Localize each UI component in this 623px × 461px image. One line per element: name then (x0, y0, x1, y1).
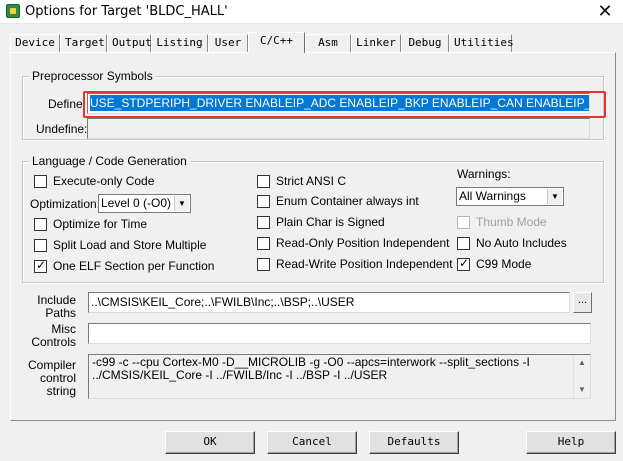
c99-mode-label: C99 Mode (476, 257, 532, 271)
enum-container-label: Enum Container always int (276, 194, 419, 208)
scroll-down-icon[interactable]: ▼ (574, 382, 590, 398)
rw-position-label: Read-Write Position Independent (276, 257, 453, 271)
split-load-checkbox[interactable]: Split Load and Store Multiple (34, 238, 206, 252)
warnings-label: Warnings: (457, 167, 511, 181)
warnings-select[interactable]: All Warnings ▼ (456, 187, 564, 206)
one-elf-checkbox[interactable]: One ELF Section per Function (34, 258, 215, 273)
optimize-time-box[interactable] (34, 217, 47, 231)
undefine-input[interactable] (87, 118, 590, 139)
ro-position-checkbox[interactable]: Read-Only Position Independent (257, 236, 449, 250)
compiler-label-line1: Compiler (27, 358, 76, 372)
optimization-label: Optimization: (30, 197, 101, 211)
tab-strip: Device Target Output Listing User C/C++ … (10, 32, 616, 53)
misc-label-line1: Misc (51, 322, 76, 336)
execute-only-box[interactable] (34, 174, 47, 188)
tab-target[interactable]: Target (60, 34, 107, 52)
ok-button[interactable]: OK (165, 431, 255, 454)
optimize-time-label: Optimize for Time (53, 217, 148, 231)
window-title: Options for Target 'BLDC_HALL' (25, 4, 228, 19)
split-load-label: Split Load and Store Multiple (53, 238, 207, 252)
scroll-up-icon[interactable]: ▲ (574, 355, 590, 371)
split-load-box[interactable] (34, 238, 47, 252)
tab-utilities[interactable]: Utilities (449, 34, 514, 52)
chevron-down-icon[interactable]: ▼ (174, 196, 189, 211)
annotation-highlight-box (83, 91, 606, 118)
compiler-label-line2: control (39, 371, 76, 385)
strict-ansi-label: Strict ANSI C (276, 174, 347, 188)
warnings-value: All Warnings (459, 189, 526, 203)
keil-app-icon (6, 4, 20, 18)
include-label-line1: Include (37, 293, 76, 307)
enum-container-checkbox[interactable]: Enum Container always int (257, 194, 419, 208)
tab-output[interactable]: Output (107, 34, 152, 52)
thumb-mode-label: Thumb Mode (476, 215, 547, 229)
one-elf-box[interactable] (34, 258, 47, 273)
c99-mode-checkbox[interactable]: C99 Mode (457, 256, 532, 271)
ro-position-label: Read-Only Position Independent (276, 236, 450, 250)
define-label: Define: (48, 97, 87, 111)
optimize-time-checkbox[interactable]: Optimize for Time (34, 217, 147, 231)
no-auto-includes-box[interactable] (457, 236, 470, 250)
language-group-title: Language / Code Generation (29, 154, 190, 168)
thumb-mode-checkbox[interactable]: Thumb Mode (457, 215, 547, 229)
ro-position-box[interactable] (257, 236, 270, 250)
undefine-label: Undefine: (36, 122, 88, 136)
title-bar: Options for Target 'BLDC_HALL' ✕ (0, 0, 623, 24)
include-paths-input[interactable]: ..\CMSIS\KEIL_Core;..\FWILB\Inc;..\BSP;.… (88, 292, 570, 313)
optimization-value: Level 0 (-O0) (101, 196, 172, 210)
misc-controls-input[interactable] (88, 323, 591, 344)
rw-position-box[interactable] (257, 257, 270, 271)
plain-char-box[interactable] (257, 215, 270, 229)
strict-ansi-checkbox[interactable]: Strict ANSI C (257, 174, 346, 188)
c99-mode-box[interactable] (457, 256, 470, 271)
chevron-down-icon[interactable]: ▼ (547, 189, 562, 204)
tab-user[interactable]: User (208, 34, 248, 52)
tab-debug[interactable]: Debug (401, 34, 449, 52)
compiler-string-line2: ../CMSIS/KEIL_Core -I ../FWILB/Inc -I ..… (92, 368, 388, 382)
rw-position-checkbox[interactable]: Read-Write Position Independent (257, 257, 453, 271)
cancel-button[interactable]: Cancel (267, 431, 357, 454)
one-elf-label: One ELF Section per Function (53, 259, 215, 273)
help-button[interactable]: Help (526, 431, 616, 454)
compiler-label-line3: string (46, 384, 76, 398)
compiler-control-string[interactable]: -c99 -c --cpu Cortex-M0 -D__MICROLIB -g … (88, 354, 591, 399)
plain-char-label: Plain Char is Signed (276, 215, 385, 229)
browse-include-button[interactable]: ... (573, 292, 592, 313)
tab-device[interactable]: Device (10, 34, 60, 52)
defaults-button[interactable]: Defaults (369, 431, 459, 454)
no-auto-includes-checkbox[interactable]: No Auto Includes (457, 236, 567, 250)
optimization-select[interactable]: Level 0 (-O0) ▼ (98, 194, 191, 213)
execute-only-label: Execute-only Code (53, 174, 155, 188)
plain-char-checkbox[interactable]: Plain Char is Signed (257, 215, 385, 229)
tab-listing[interactable]: Listing (151, 34, 208, 52)
thumb-mode-box[interactable] (457, 215, 470, 229)
compiler-scrollbar[interactable]: ▲ ▼ (573, 355, 590, 398)
execute-only-checkbox[interactable]: Execute-only Code (34, 174, 154, 188)
tab-asm[interactable]: Asm (305, 34, 351, 52)
tab-cpp[interactable]: C/C++ (248, 32, 305, 53)
include-label-line2: Paths (45, 306, 76, 320)
strict-ansi-box[interactable] (257, 174, 270, 188)
no-auto-includes-label: No Auto Includes (476, 236, 567, 250)
tab-linker[interactable]: Linker (351, 34, 401, 52)
misc-label-line2: Controls (31, 335, 76, 349)
preprocessor-group-title: Preprocessor Symbols (29, 69, 156, 83)
close-icon[interactable]: ✕ (595, 0, 615, 22)
enum-container-box[interactable] (257, 194, 270, 208)
